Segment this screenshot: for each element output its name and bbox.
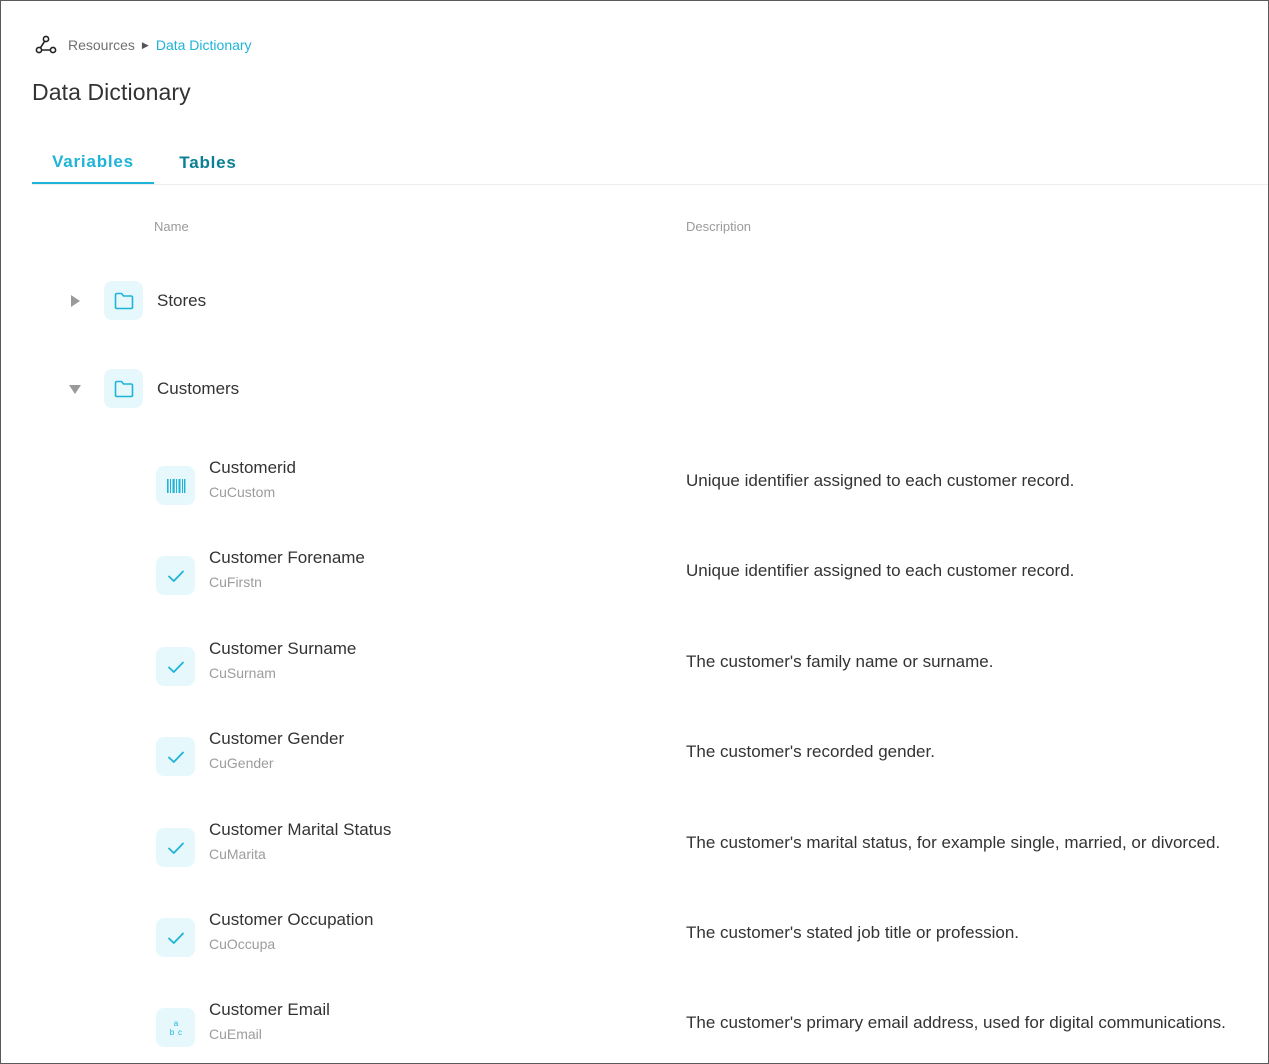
variable-name: Customer Surname xyxy=(209,639,357,658)
check-icon xyxy=(156,828,195,867)
column-header-name[interactable]: Name xyxy=(154,219,189,234)
breadcrumb-current-page: Data Dictionary xyxy=(155,37,252,53)
triangle-right-icon: ▶ xyxy=(141,39,149,50)
text-abc-icon: a b c xyxy=(156,1008,195,1047)
tab-variables[interactable]: Variables xyxy=(32,141,154,184)
breadcrumb-resources-link[interactable]: Resources xyxy=(68,37,135,53)
variable-name: Customer Forename xyxy=(209,548,365,567)
group-label: Customers xyxy=(157,379,240,398)
variable-name: Customerid xyxy=(209,458,296,477)
check-icon xyxy=(156,918,195,957)
group-label: Stores xyxy=(157,291,207,310)
group-row-customers[interactable]: Customers xyxy=(1,369,1268,409)
folder-icon xyxy=(104,281,143,320)
check-icon xyxy=(156,647,195,686)
variable-row[interactable]: Customerid CuCustom Unique identifier as… xyxy=(1,458,1268,514)
variable-code: CuCustom xyxy=(209,484,276,500)
variable-description: The customer's recorded gender. xyxy=(686,742,935,761)
variable-code: CuFirstn xyxy=(209,574,262,590)
variable-description: The customer's family name or surname. xyxy=(686,652,994,671)
variable-code: CuEmail xyxy=(209,1026,262,1042)
svg-text:a: a xyxy=(173,1019,178,1028)
column-header-description[interactable]: Description xyxy=(686,219,751,234)
variable-name: Customer Occupation xyxy=(209,910,374,929)
folder-icon xyxy=(104,369,143,408)
svg-text:c: c xyxy=(178,1028,182,1037)
svg-text:b: b xyxy=(169,1028,174,1037)
variable-row[interactable]: Customer Marital Status CuMarita The cus… xyxy=(1,820,1268,876)
variable-row[interactable]: Customer Forename CuFirstn Unique identi… xyxy=(1,548,1268,604)
variable-description: The customer's primary email address, us… xyxy=(686,1013,1226,1032)
variable-description: Unique identifier assigned to each custo… xyxy=(686,471,1075,490)
app-window: Resources ▶ Data Dictionary Data Diction… xyxy=(0,0,1269,1064)
variable-name: Customer Email xyxy=(209,1000,330,1019)
network-nodes-icon[interactable] xyxy=(34,34,58,56)
tab-tables[interactable]: Tables xyxy=(154,141,262,184)
page-title: Data Dictionary xyxy=(32,79,191,105)
breadcrumb: Resources ▶ Data Dictionary xyxy=(34,34,252,56)
group-row-stores[interactable]: Stores xyxy=(1,281,1268,321)
variable-row[interactable]: Customer Surname CuSurnam The customer's… xyxy=(1,639,1268,695)
variable-code: CuSurnam xyxy=(209,665,276,681)
variable-row[interactable]: Customer Occupation CuOccupa The custome… xyxy=(1,910,1268,966)
caret-right-icon[interactable] xyxy=(69,295,81,307)
check-icon xyxy=(156,737,195,776)
variable-name: Customer Marital Status xyxy=(209,820,392,839)
variable-code: CuMarita xyxy=(209,846,266,862)
check-icon xyxy=(156,556,195,595)
variable-row[interactable]: Customer Gender CuGender The customer's … xyxy=(1,729,1268,785)
variable-code: CuGender xyxy=(209,755,274,771)
variable-code: CuOccupa xyxy=(209,936,276,952)
variable-description: Unique identifier assigned to each custo… xyxy=(686,561,1075,580)
caret-down-icon[interactable] xyxy=(69,383,81,395)
tab-bar: Variables Tables xyxy=(32,141,1268,185)
variable-description: The customer's marital status, for examp… xyxy=(686,833,1221,852)
variable-description: The customer's stated job title or profe… xyxy=(686,923,1020,942)
barcode-icon xyxy=(156,466,195,505)
variable-name: Customer Gender xyxy=(209,729,345,748)
variable-row[interactable]: a b c Customer Email CuEmail The custome… xyxy=(1,1000,1268,1056)
